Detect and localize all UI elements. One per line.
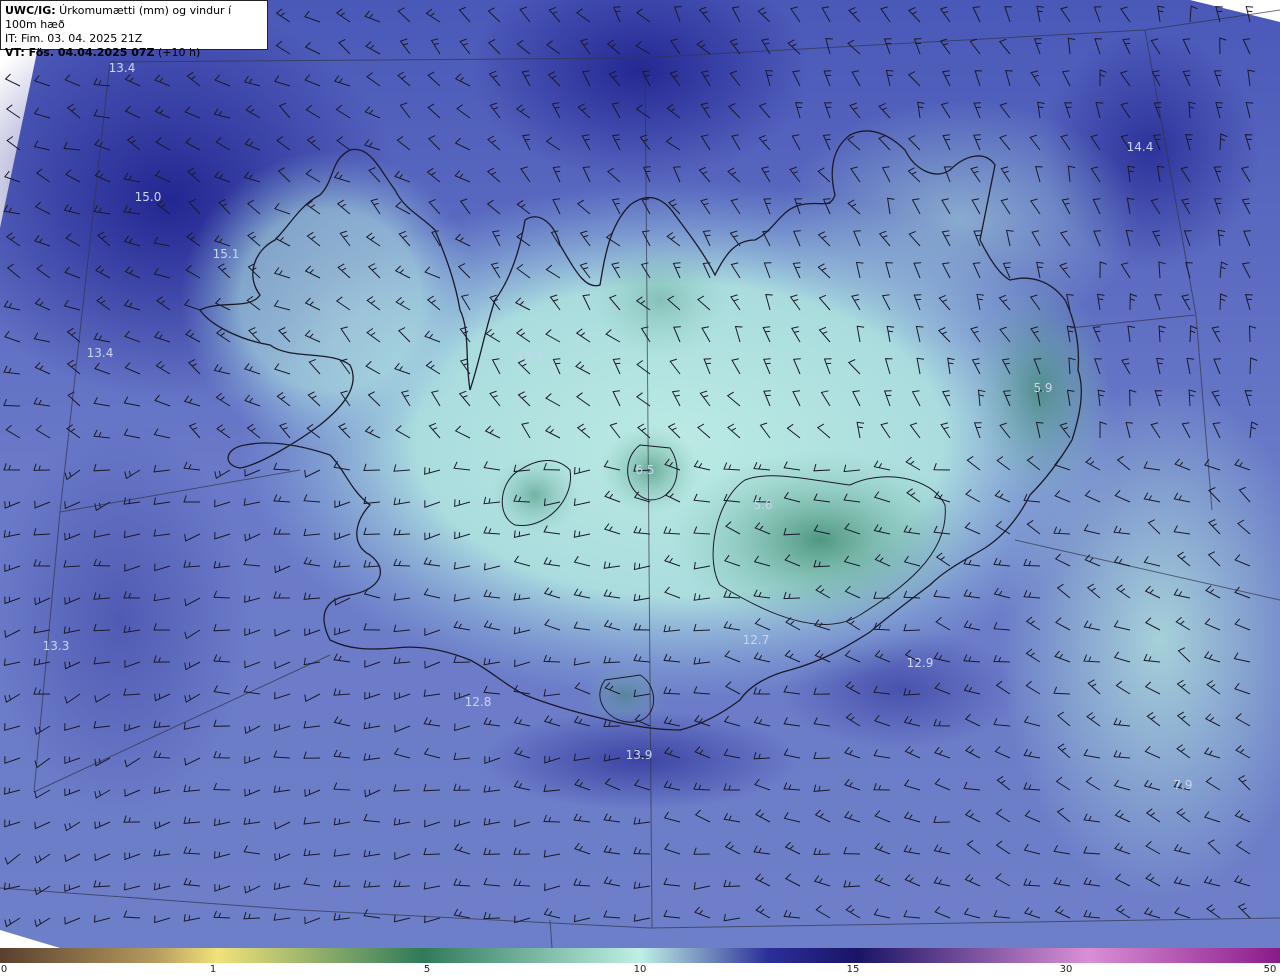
header-line-init-time: IT: Fim. 03. 04. 2025 21Z	[5, 32, 143, 45]
value-label: 13.4	[517, 349, 544, 363]
colorbar-tick: 30	[1059, 964, 1073, 975]
header-forecast-hour: (+10 h)	[154, 46, 201, 59]
value-label: 13.9	[626, 748, 653, 762]
value-label: 13.4	[109, 61, 136, 75]
colorbar-gradient	[0, 948, 1280, 963]
value-label: 12.8	[465, 695, 492, 709]
value-label: 12.7	[743, 633, 770, 647]
colorbar-tick: 0	[0, 964, 8, 975]
value-label: 15.1	[213, 247, 240, 261]
value-label: 14.4	[1127, 140, 1154, 154]
colorbar-tick: 50	[1263, 964, 1277, 975]
precipitation-wind-map: 13.4 15.0 15.1 13.4 13.4 14.4 6.5 5.6 5.…	[0, 0, 1280, 948]
value-label: 12.9	[907, 656, 934, 670]
value-label: 13.3	[43, 639, 70, 653]
colorbar-tick: 10	[633, 964, 647, 975]
value-label: 5.9	[1033, 381, 1052, 395]
value-label: 6.5	[635, 463, 654, 477]
map-header: UWC/IG: Úrkomumætti (mm) og vindur í 100…	[0, 0, 268, 59]
colorbar: 0 1 5 10 15 30 50	[0, 948, 1280, 978]
header-valid-time: VT: Fös. 04.04.2025 07Z	[5, 46, 155, 59]
colorbar-tick: 15	[846, 964, 860, 975]
colorbar-tick: 5	[423, 964, 431, 975]
value-label: 13.4	[87, 346, 114, 360]
header-line-title: UWC/IG: Úrkomumætti (mm) og vindur í 100…	[5, 4, 263, 32]
value-label: 15.0	[135, 190, 162, 204]
colorbar-tick: 1	[209, 964, 217, 975]
header-product: UWC/IG:	[5, 4, 56, 17]
value-label: 5.6	[753, 498, 772, 512]
value-label: 7.9	[1173, 778, 1192, 792]
header-line-valid-time: VT: Fös. 04.04.2025 07Z (+10 h)	[5, 46, 263, 60]
